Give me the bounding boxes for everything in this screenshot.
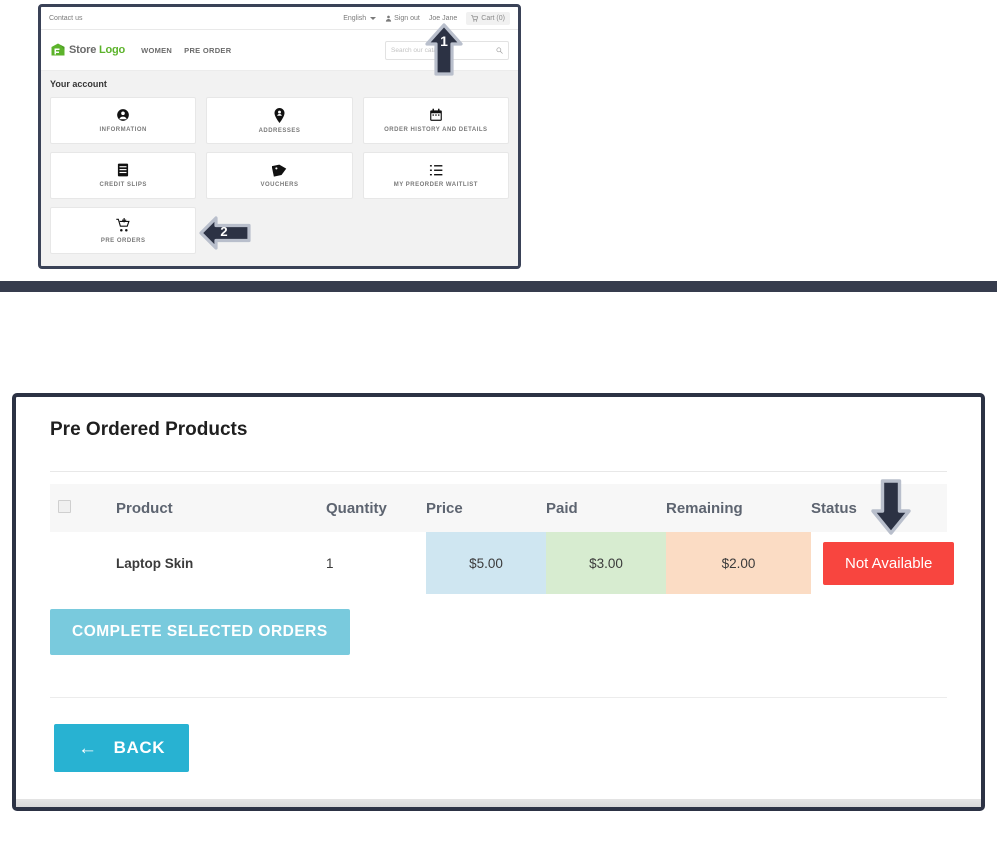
page-title: Pre Ordered Products <box>50 419 248 440</box>
account-tile-label: INFORMATION <box>99 127 147 133</box>
user-icon <box>386 15 392 22</box>
account-tile-label: MY PREORDER WAITLIST <box>393 181 478 188</box>
account-tile-information[interactable]: INFORMATION <box>50 97 197 144</box>
account-tile-label: ORDER HISTORY AND DETAILS <box>384 127 488 133</box>
table-header-row: Product Quantity Price Paid Remaining St… <box>50 484 947 532</box>
column-header-quantity: Quantity <box>326 484 426 532</box>
map-pin-person-icon <box>273 107 286 123</box>
select-all-checkbox[interactable] <box>58 499 71 513</box>
cart-button[interactable]: Cart (0) <box>466 11 510 25</box>
arrow-left-icon: ← <box>78 737 98 759</box>
cell-product: Laptop Skin <box>116 532 326 595</box>
title-divider <box>50 471 947 472</box>
cell-price: $5.00 <box>426 532 546 595</box>
person-circle-icon <box>116 108 130 122</box>
cell-status: Not Available <box>811 532 955 595</box>
account-tile-pre-orders[interactable]: PRE ORDERS <box>50 207 197 254</box>
calendar-icon <box>429 108 443 122</box>
table-row: Laptop Skin 1 $5.00 $3.00 $2.00 Not Avai… <box>50 532 955 595</box>
column-header-select <box>50 484 116 532</box>
cart-plus-icon <box>115 217 131 233</box>
storefront-nav: WOMEN PRE ORDER <box>141 46 385 55</box>
annotation-arrow-2: 2 <box>199 213 251 253</box>
language-label: English <box>343 14 367 22</box>
list-icon <box>429 164 443 177</box>
language-selector[interactable]: English <box>343 14 377 22</box>
sign-out-label: Sign out <box>394 14 420 22</box>
contact-us-link[interactable]: Contact us <box>49 15 343 22</box>
status-badge: Not Available <box>823 541 955 585</box>
account-tile-label: CREDIT SLIPS <box>99 182 147 188</box>
cell-quantity: 1 <box>326 532 426 595</box>
search-icon[interactable] <box>496 47 503 54</box>
account-tile-label: ADDRESSES <box>258 127 301 134</box>
account-body: Your account INFORMATION ADDRESSES ORDER… <box>41 71 518 266</box>
chevron-down-icon <box>370 16 377 20</box>
account-tile-vouchers[interactable]: VOUCHERS <box>206 152 353 199</box>
column-header-product: Product <box>116 484 326 532</box>
column-header-remaining: Remaining <box>666 484 811 532</box>
nav-item-pre-order[interactable]: PRE ORDER <box>184 46 231 55</box>
column-header-price: Price <box>426 484 546 532</box>
column-header-paid: Paid <box>546 484 666 532</box>
annotation-arrow-3 <box>869 478 913 535</box>
account-tile-credit-slips[interactable]: CREDIT SLIPS <box>50 152 197 199</box>
tag-icon <box>271 163 287 177</box>
sign-out-link[interactable]: Sign out <box>385 15 420 22</box>
user-name-link[interactable]: Joe Jane <box>429 15 457 22</box>
account-tile-addresses[interactable]: ADDRESSES <box>206 97 353 144</box>
document-lines-icon <box>117 163 129 177</box>
cell-remaining: $2.00 <box>666 532 811 595</box>
footer-divider <box>50 697 947 698</box>
store-logo[interactable]: Store Logo <box>50 42 125 58</box>
account-tile-label: PRE ORDERS <box>100 237 146 244</box>
your-account-heading: Your account <box>50 79 107 89</box>
account-tile-order-history[interactable]: ORDER HISTORY AND DETAILS <box>362 97 509 144</box>
section-divider-band <box>0 281 997 292</box>
complete-selected-orders-button[interactable]: COMPLETE SELECTED ORDERS <box>50 609 350 655</box>
nav-item-women[interactable]: WOMEN <box>141 46 172 55</box>
cart-icon <box>471 14 479 22</box>
store-logo-icon <box>51 43 65 56</box>
cart-label: Cart (0) <box>481 14 505 22</box>
back-button-label: BACK <box>113 738 166 757</box>
cell-paid: $3.00 <box>546 532 666 595</box>
store-logo-text: Store Logo <box>69 44 126 56</box>
annotation-arrow-1: 1 <box>424 23 464 77</box>
pre-ordered-products-panel: Pre Ordered Products Product Quantity Pr… <box>12 393 985 811</box>
account-tile-label: VOUCHERS <box>260 182 299 188</box>
row-select-cell[interactable] <box>50 532 116 595</box>
account-tile-preorder-waitlist[interactable]: MY PREORDER WAITLIST <box>362 152 509 199</box>
account-tile-grid: INFORMATION ADDRESSES ORDER HISTORY AND … <box>50 97 509 254</box>
pre-orders-table: Product Quantity Price Paid Remaining St… <box>50 484 955 595</box>
back-button[interactable]: ← BACK <box>54 724 190 772</box>
